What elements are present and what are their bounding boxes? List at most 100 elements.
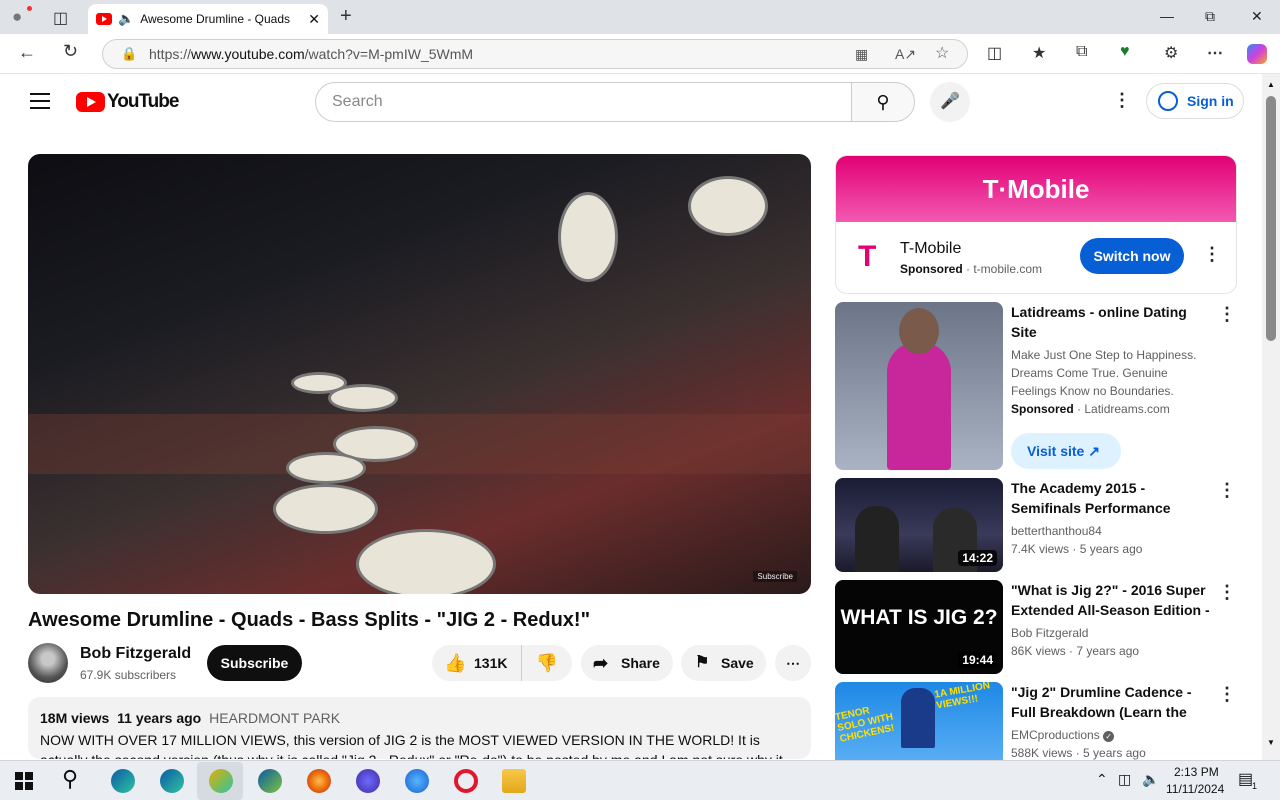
like-button[interactable]: 👍 131K (432, 645, 521, 681)
split-screen-icon[interactable]: ◫ (987, 43, 1002, 63)
restore-icon[interactable]: ⧉ (1205, 8, 1215, 25)
volume-icon[interactable]: 🔈 (1142, 771, 1159, 788)
back-icon[interactable]: ← (18, 42, 36, 63)
what-is-jig2-thumbnail[interactable]: WHAT IS JIG 2? 19:44 (835, 580, 1003, 674)
favorite-star-icon[interactable]: ☆ (935, 40, 949, 68)
rec-menu-icon[interactable]: ⋮ (1218, 582, 1236, 603)
ad-menu-icon[interactable]: ⋮ (1203, 244, 1221, 265)
notifications-icon[interactable]: ▤ (1238, 769, 1253, 789)
rec-channel[interactable]: EMCproductions (1011, 728, 1100, 742)
page-scrollbar[interactable]: ▲ ▼ (1262, 74, 1280, 760)
video-player[interactable]: Subscribe (28, 154, 811, 594)
save-button[interactable]: ⚑ Save (681, 645, 766, 681)
channel-name[interactable]: Bob Fitzgerald (80, 645, 191, 663)
url-path: /watch?v=M-pmIW_5WmM (304, 46, 474, 62)
rec-title[interactable]: "Jig 2" Drumline Cadence - Full Breakdow… (1011, 682, 1211, 722)
browser-tab[interactable]: 🔈 Awesome Drumline - Quads ✕ (88, 4, 328, 34)
switch-now-button[interactable]: Switch now (1080, 238, 1184, 274)
hamburger-menu-icon[interactable] (30, 93, 50, 114)
latidreams-thumbnail[interactable] (835, 302, 1003, 470)
bookmark-icon: ⚑ (695, 654, 710, 671)
tab-actions-icon[interactable]: ◫ (53, 8, 68, 28)
collections-icon[interactable]: ⧉ (1076, 43, 1087, 61)
extensions-icon[interactable]: ⚙ (1164, 43, 1178, 63)
rec-age: 7 years ago (1076, 644, 1140, 658)
network-icon[interactable]: ◫ (1118, 771, 1131, 788)
audio-icon[interactable]: 🔈 (118, 11, 134, 27)
edge-icon[interactable] (111, 769, 135, 793)
description-box[interactable]: 18M views 11 years ago HEARDMONT PARK NO… (28, 697, 811, 759)
scroll-up-arrow-icon[interactable]: ▲ (1267, 80, 1275, 89)
rec-title[interactable]: "What is Jig 2?" - 2016 Super Extended A… (1011, 580, 1211, 620)
read-aloud-icon[interactable]: A↗ (895, 40, 916, 68)
rec-info: "What is Jig 2?" - 2016 Super Extended A… (1011, 580, 1211, 660)
list-item[interactable]: Latidreams - online Dating Site Make Jus… (835, 302, 1265, 470)
address-bar[interactable]: 🔒 https://www.youtube.com/watch?v=M-pmIW… (102, 39, 968, 69)
edge-canary-icon[interactable] (209, 769, 233, 793)
close-window-icon[interactable]: ✕ (1251, 8, 1263, 25)
share-button[interactable]: ➦ Share (581, 645, 673, 681)
settings-kebab-icon[interactable]: ⋮ (1113, 90, 1131, 111)
profile-icon[interactable]: ● (12, 7, 22, 27)
channel-avatar[interactable] (28, 643, 68, 683)
search-icon[interactable]: ⚲ (62, 766, 78, 792)
close-tab-icon[interactable]: ✕ (308, 11, 320, 28)
search-button[interactable]: ⚲ (851, 82, 915, 122)
rec-views: 86K views (1011, 644, 1066, 658)
tmobile-logo: T (858, 240, 877, 273)
lock-icon[interactable]: 🔒 (121, 40, 137, 68)
list-item[interactable]: WHAT IS JIG 2? 19:44 "What is Jig 2?" - … (835, 580, 1265, 674)
rec-channel[interactable]: betterthanthou84 (1011, 522, 1211, 540)
youtube-logo[interactable]: YouTube (76, 91, 179, 113)
apps-icon[interactable]: ▦ (855, 40, 868, 68)
dislike-button[interactable]: 👎 (521, 645, 572, 681)
clock-date[interactable]: 11/11/2024 (1166, 782, 1224, 796)
browser-essentials-icon[interactable]: ♥ (1120, 43, 1130, 61)
tmobile-ad-card[interactable]: T·Mobile T T-Mobile Sponsored · t-mobile… (835, 155, 1237, 294)
new-tab-icon[interactable]: + (340, 5, 352, 28)
list-item[interactable]: TENOR SOLO WITH CHICKENS! 1A MILLION VIE… (835, 682, 1265, 760)
subscribe-watermark[interactable]: Subscribe (753, 571, 797, 582)
rec-channel[interactable]: Bob Fitzgerald (1011, 624, 1211, 642)
edge-beta-icon[interactable] (160, 769, 184, 793)
firefox-nightly-icon[interactable] (356, 769, 380, 793)
upload-age: 11 years ago (117, 710, 202, 726)
more-actions-button[interactable]: ⋯ (775, 645, 811, 681)
rec-title[interactable]: Latidreams - online Dating Site (1011, 302, 1211, 342)
rec-stats: 86K views · 7 years ago (1011, 644, 1140, 658)
sponsored-label: Sponsored (900, 262, 963, 276)
refresh-icon[interactable]: ↻ (63, 41, 78, 62)
ad-domain: Latidreams.com (1084, 402, 1170, 416)
video-frame-drum (558, 192, 618, 282)
copilot-icon[interactable] (1247, 44, 1267, 64)
sign-in-button[interactable]: Sign in (1146, 83, 1244, 119)
rec-menu-icon[interactable]: ⋮ (1218, 684, 1236, 705)
tray-chevron-icon[interactable]: ⌃ (1096, 771, 1108, 788)
file-explorer-icon[interactable] (502, 769, 526, 793)
list-item[interactable]: 14:22 The Academy 2015 - Semifinals Perf… (835, 478, 1265, 572)
scroll-down-arrow-icon[interactable]: ▼ (1267, 738, 1275, 747)
favorites-icon[interactable]: ★ (1032, 43, 1046, 63)
rec-menu-icon[interactable]: ⋮ (1218, 304, 1236, 325)
visit-site-label: Visit site (1027, 443, 1085, 459)
location-tag[interactable]: HEARDMONT PARK (209, 710, 340, 726)
voice-search-button[interactable]: 🎤 (930, 82, 970, 122)
search-input[interactable]: Search (315, 82, 852, 122)
opera-icon[interactable] (454, 769, 478, 793)
clock-time[interactable]: 2:13 PM (1174, 765, 1219, 779)
academy-thumbnail[interactable]: 14:22 (835, 478, 1003, 572)
edge-dev-icon[interactable] (258, 769, 282, 793)
visit-site-button[interactable]: Visit site ↗ (1011, 433, 1121, 469)
scrollbar-thumb[interactable] (1266, 96, 1276, 341)
settings-more-icon[interactable]: ⋯ (1207, 43, 1223, 63)
jig2-breakdown-thumbnail[interactable]: TENOR SOLO WITH CHICKENS! 1A MILLION VIE… (835, 682, 1003, 760)
firefox-developer-icon[interactable] (405, 769, 429, 793)
windows-start-icon[interactable] (15, 772, 33, 790)
firefox-icon[interactable] (307, 769, 331, 793)
rec-menu-icon[interactable]: ⋮ (1218, 480, 1236, 501)
share-icon: ➦ (593, 653, 609, 673)
rec-title[interactable]: The Academy 2015 - Semifinals Performanc… (1011, 478, 1211, 518)
ad-banner[interactable]: T·Mobile (836, 156, 1236, 222)
subscribe-button[interactable]: Subscribe (207, 645, 302, 681)
minimize-icon[interactable]: — (1160, 8, 1174, 24)
